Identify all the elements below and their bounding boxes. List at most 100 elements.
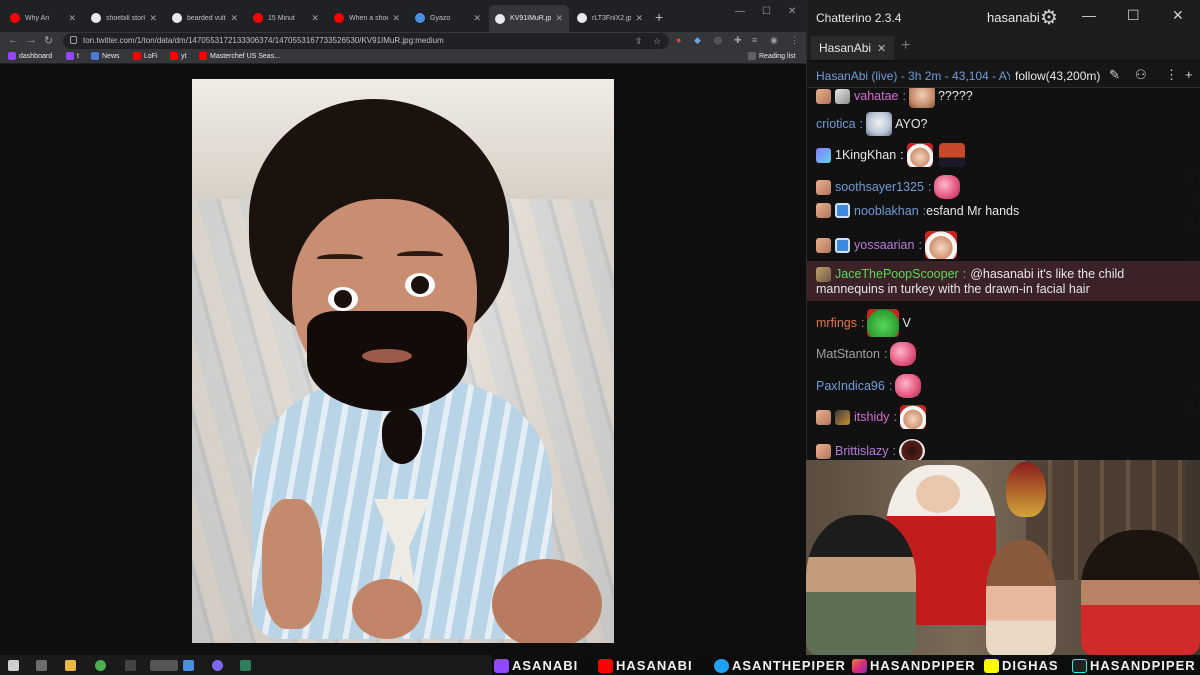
start-icon[interactable]	[8, 660, 19, 671]
terminal-icon[interactable]	[125, 660, 136, 671]
extension-record-icon[interactable]: ●	[676, 35, 681, 45]
tab-why-ari[interactable]: Why Ari ✕	[4, 7, 82, 29]
chat-message-highlighted[interactable]: JaceThePoopScooper : @hasanabi it's like…	[807, 261, 1200, 301]
window-close-button[interactable]: ✕	[788, 6, 796, 17]
globe-icon	[495, 13, 505, 24]
profile-icon[interactable]: ◉	[770, 35, 778, 46]
bookmark-lofi[interactable]: LoFi	[133, 52, 158, 60]
chat-message[interactable]: PaxIndica96 :	[816, 374, 1186, 398]
bookmark-dashboard[interactable]: dashboard	[8, 52, 52, 60]
maximize-button[interactable]: ☐	[762, 6, 771, 17]
youtube-icon	[598, 658, 613, 673]
chat-message[interactable]: vahatae : ?????	[816, 88, 1186, 108]
tab-15-minute[interactable]: 15 Minut ✕	[247, 7, 325, 29]
menu-dots-icon[interactable]: ⋮	[790, 35, 799, 46]
app-icon[interactable]	[240, 660, 251, 671]
chat-message[interactable]: 1KingKhan :	[816, 143, 1186, 167]
menu-dots-icon[interactable]: ⋮	[1165, 67, 1178, 83]
bookmark-news[interactable]: News	[91, 52, 120, 60]
baby-with-drawn-beard-photo	[192, 79, 614, 643]
chat-message[interactable]: yossaarian :	[816, 231, 1186, 259]
minimize-button[interactable]: —	[1082, 7, 1096, 23]
bookmark-masterchef[interactable]: Masterchef US Seas...	[199, 52, 280, 60]
follow-mode[interactable]: follow(43,200m)	[1015, 69, 1100, 83]
address-bar[interactable]: ton.twitter.com/1/ton/data/dm/1470553172…	[63, 33, 669, 49]
back-arrow-icon[interactable]: ←	[8, 34, 19, 46]
extension-icon[interactable]: ◆	[694, 35, 701, 46]
chat-message-list[interactable]: vahatae : ????? criotica : AYO? 1KingKha…	[807, 88, 1200, 460]
bookmark-yt[interactable]: yt	[170, 52, 186, 60]
scrollbar-marker: · · · ·	[1191, 204, 1193, 228]
gyazo-icon	[415, 13, 425, 23]
tab-shoebill[interactable]: shoebill stork ✕	[85, 7, 163, 29]
close-icon[interactable]: ✕	[877, 42, 886, 55]
lock-icon	[70, 36, 77, 44]
task-view-icon[interactable]	[36, 660, 47, 671]
tab-when-a-shoe[interactable]: When a shoe ✕	[328, 7, 406, 29]
new-tab-button[interactable]: +	[655, 9, 663, 25]
chat-text: @hasanabi it's like the child	[970, 267, 1125, 281]
drawn-goatee	[382, 409, 422, 464]
moderation-pencil-icon[interactable]: ✎	[1109, 67, 1120, 83]
app-icon[interactable]	[150, 660, 178, 671]
close-icon[interactable]: ✕	[149, 13, 157, 24]
chat-username[interactable]: mrfings	[816, 316, 857, 330]
close-icon[interactable]: ✕	[473, 13, 481, 24]
chat-message[interactable]: criotica : AYO?	[816, 112, 1186, 136]
youtube-icon	[133, 52, 141, 60]
extension-icon[interactable]: ◎	[714, 35, 722, 46]
chat-username[interactable]: yossaarian	[854, 238, 914, 252]
bookmark-t[interactable]: t	[66, 52, 79, 60]
share-icon[interactable]: ⇪	[635, 36, 643, 47]
chat-username[interactable]: itshidy	[854, 410, 889, 424]
bookmark-star-icon[interactable]: ☆	[653, 36, 661, 47]
social-youtube: HASANABI	[598, 658, 693, 673]
chat-message[interactable]: mrfings : V	[816, 309, 1186, 337]
chat-username[interactable]: PaxIndica96	[816, 379, 885, 393]
chat-username[interactable]: nooblakhan	[854, 204, 919, 218]
close-icon[interactable]: ✕	[555, 13, 563, 24]
reading-list-button[interactable]: Reading list	[748, 52, 796, 60]
reload-icon[interactable]: ↻	[44, 34, 53, 47]
close-icon[interactable]: ✕	[635, 13, 643, 24]
close-icon[interactable]: ✕	[311, 13, 319, 24]
tab-rlt3fnlx2[interactable]: rLT3FnlX2.jpg ✕	[571, 7, 649, 29]
minimize-button[interactable]: —	[735, 6, 745, 17]
news-icon	[91, 52, 99, 60]
file-explorer-icon[interactable]	[65, 660, 76, 671]
emote-gem-icon	[890, 342, 917, 366]
close-icon[interactable]: ✕	[392, 13, 400, 24]
tab-gyazo[interactable]: Gyazo ✕	[409, 7, 487, 29]
chat-username[interactable]: criotica	[816, 117, 856, 131]
gear-icon[interactable]: ⚙	[1040, 5, 1058, 30]
chat-username[interactable]: MatStanton	[816, 347, 880, 361]
google-icon	[91, 13, 101, 23]
close-icon[interactable]: ✕	[68, 13, 76, 24]
reading-icon[interactable]: ≡	[752, 35, 757, 45]
account-switcher[interactable]: hasanabi	[987, 10, 1040, 25]
add-tab-button[interactable]: +	[901, 37, 910, 55]
chat-username[interactable]: soothsayer1325	[835, 180, 924, 194]
chat-message[interactable]: nooblakhan : esfand Mr hands	[816, 203, 1186, 218]
discord-icon[interactable]	[212, 660, 223, 671]
chrome-icon[interactable]	[95, 660, 106, 671]
chat-username[interactable]: Brittislazy	[835, 444, 888, 458]
tab-bearded-vulture[interactable]: bearded vultu ✕	[166, 7, 244, 29]
maximize-button[interactable]: ☐	[1127, 7, 1140, 24]
viewer-list-icon[interactable]: ⚇	[1135, 67, 1147, 83]
tab-hasanabi[interactable]: HasanAbi ✕	[811, 36, 895, 60]
chat-message[interactable]: itshidy :	[816, 405, 1186, 429]
forward-arrow-icon[interactable]: →	[26, 34, 37, 46]
add-split-icon[interactable]: +	[1185, 67, 1193, 82]
close-icon[interactable]: ✕	[230, 13, 238, 24]
chat-username[interactable]: 1KingKhan	[835, 148, 896, 162]
extensions-puzzle-icon[interactable]: ✚	[734, 35, 742, 46]
app-icon[interactable]	[183, 660, 194, 671]
tab-kv91imur[interactable]: KV91IMuR.jpg ✕	[489, 5, 569, 32]
chat-username[interactable]: JaceThePoopScooper	[835, 267, 959, 281]
chat-username[interactable]: vahatae	[854, 89, 898, 103]
window-close-button[interactable]: ✕	[1172, 7, 1184, 24]
chat-message[interactable]: MatStanton :	[816, 342, 1186, 366]
chat-message[interactable]: Brittislazy :	[816, 439, 1186, 460]
chat-message[interactable]: soothsayer1325 :	[816, 175, 1186, 199]
